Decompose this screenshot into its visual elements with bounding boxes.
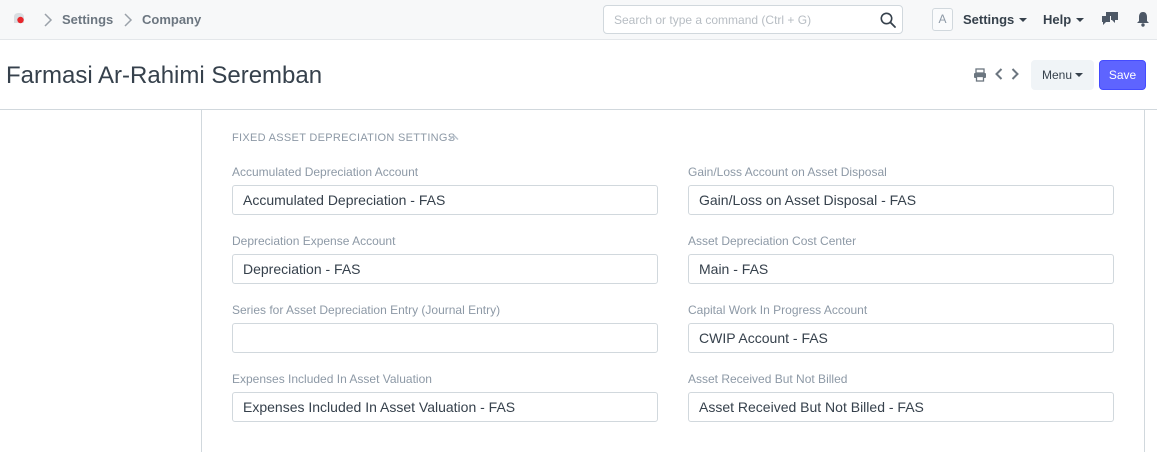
asset-depreciation-series-input[interactable] (232, 323, 658, 353)
user-avatar[interactable]: A (932, 8, 953, 31)
accumulated-depreciation-account-label: Accumulated Depreciation Account (232, 165, 419, 179)
search-box (603, 5, 903, 34)
asset-received-but-not-billed-input[interactable] (688, 392, 1114, 422)
asset-depreciation-series-label: Series for Asset Depreciation Entry (Jou… (232, 303, 501, 317)
help-dropdown-label: Help (1043, 12, 1072, 27)
asset-depreciation-cost-center-label: Asset Depreciation Cost Center (688, 234, 857, 248)
menu-button-label: Menu (1041, 68, 1073, 82)
chevron-left-icon[interactable] (994, 67, 1004, 81)
chat-icon[interactable] (1101, 11, 1119, 27)
chevron-right-icon (44, 13, 53, 27)
form-section: FIXED ASSET DEPRECIATION SETTINGS Accumu… (201, 110, 1145, 452)
navbar: Settings Company A Settings Help (0, 0, 1157, 40)
expenses-included-in-asset-valuation-label: Expenses Included In Asset Valuation (232, 372, 432, 386)
chevron-right-icon (124, 13, 133, 27)
search-icon[interactable] (879, 11, 897, 29)
print-icon[interactable] (973, 68, 987, 82)
caret-down-icon (1019, 17, 1028, 22)
breadcrumb-settings[interactable]: Settings (62, 12, 113, 28)
capital-work-in-progress-account-input[interactable] (688, 323, 1114, 353)
chevron-up-icon[interactable] (448, 132, 460, 142)
accumulated-depreciation-account-input[interactable] (232, 185, 658, 215)
caret-down-icon (1075, 72, 1084, 77)
menu-button[interactable]: Menu (1031, 60, 1094, 90)
settings-dropdown-label: Settings (963, 12, 1015, 27)
app-logo-icon[interactable] (11, 11, 27, 27)
help-dropdown[interactable]: Help (1043, 12, 1085, 28)
search-input[interactable] (604, 6, 874, 33)
depreciation-expense-account-label: Depreciation Expense Account (232, 234, 396, 248)
save-button[interactable]: Save (1099, 60, 1146, 90)
capital-work-in-progress-account-label: Capital Work In Progress Account (688, 303, 868, 317)
asset-depreciation-cost-center-input[interactable] (688, 254, 1114, 284)
settings-dropdown[interactable]: Settings (963, 12, 1028, 28)
depreciation-expense-account-input[interactable] (232, 254, 658, 284)
caret-down-icon (1076, 17, 1085, 22)
asset-received-but-not-billed-label: Asset Received But Not Billed (688, 372, 848, 386)
gain-loss-account-input[interactable] (688, 185, 1114, 215)
section-title[interactable]: FIXED ASSET DEPRECIATION SETTINGS (232, 131, 455, 145)
gain-loss-account-label: Gain/Loss Account on Asset Disposal (688, 165, 887, 179)
expenses-included-in-asset-valuation-input[interactable] (232, 392, 658, 422)
bell-icon[interactable] (1136, 11, 1150, 27)
breadcrumb-company[interactable]: Company (142, 12, 201, 28)
page-header: Farmasi Ar-Rahimi Seremban Menu Save (0, 40, 1157, 110)
page-title: Farmasi Ar-Rahimi Seremban (6, 62, 323, 89)
chevron-right-icon[interactable] (1010, 67, 1020, 81)
